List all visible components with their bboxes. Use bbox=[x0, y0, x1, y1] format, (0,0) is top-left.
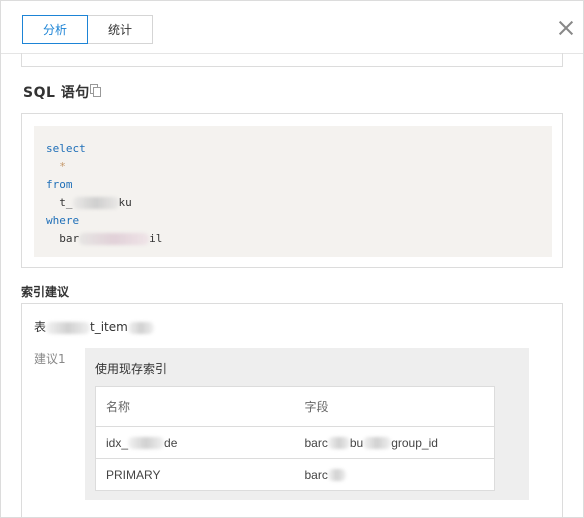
previous-section-box bbox=[21, 53, 563, 67]
sql-table-prefix: t_ bbox=[46, 196, 73, 209]
index-name-cell: idx_ de bbox=[95, 426, 295, 459]
table-label: 表 bbox=[34, 320, 47, 334]
tab-statistics[interactable]: 统计 bbox=[88, 15, 153, 44]
table-row: PRIMARY barc bbox=[95, 458, 495, 491]
index-name-cell: PRIMARY bbox=[95, 458, 295, 491]
field-prefix: barc bbox=[304, 435, 328, 450]
column-header-name: 名称 bbox=[106, 400, 131, 414]
column-header-field: 字段 bbox=[304, 400, 329, 414]
table-header-row: 名称 字段 bbox=[96, 387, 495, 427]
index-name-suffix: de bbox=[164, 435, 178, 450]
redacted-text bbox=[79, 233, 150, 245]
table-name-line: 表 t_item bbox=[34, 318, 154, 335]
index-name-prefix: idx_ bbox=[106, 435, 129, 450]
suggestion-panel: 使用现存索引 名称 字段 idx_ de barc bu group_id PRIMA… bbox=[85, 348, 529, 500]
redacted-text bbox=[327, 469, 346, 482]
redacted-text bbox=[72, 197, 119, 209]
tab-bar: 分析 统计 bbox=[22, 15, 153, 44]
redacted-text bbox=[46, 321, 91, 334]
table-name: t_item bbox=[90, 320, 128, 334]
index-table: 名称 字段 idx_ de barc bu group_id PRIMARY barc bbox=[95, 386, 495, 491]
sql-keyword-select: select bbox=[46, 142, 86, 155]
sql-keyword-from: from bbox=[46, 178, 73, 191]
sql-condition-suffix: il bbox=[149, 232, 163, 245]
index-suggestion-title: 索引建议 bbox=[21, 285, 70, 299]
field-suffix: group_id bbox=[391, 435, 438, 450]
redacted-text bbox=[127, 321, 154, 334]
copy-icon[interactable] bbox=[90, 84, 102, 97]
table-row: idx_ de barc bu group_id bbox=[95, 426, 495, 459]
redacted-text bbox=[327, 437, 350, 450]
redacted-text bbox=[128, 437, 165, 450]
tab-analysis[interactable]: 分析 bbox=[22, 15, 88, 44]
sql-select-star: * bbox=[46, 160, 66, 173]
sql-condition-prefix: bar bbox=[46, 232, 80, 245]
sql-table-suffix: ku bbox=[118, 196, 132, 209]
sql-section-title: SQL 语句 bbox=[23, 85, 90, 101]
index-suggestion-container: 表 t_item 建议1 使用现存索引 名称 字段 idx_ de barc bu gr… bbox=[21, 303, 563, 518]
field-mid: bu bbox=[349, 435, 364, 450]
index-field-cell: barc bu group_id bbox=[294, 426, 495, 459]
redacted-text bbox=[363, 437, 392, 450]
close-icon[interactable] bbox=[557, 19, 575, 37]
suggestion-label: 建议1 bbox=[34, 352, 66, 366]
field-prefix: barc bbox=[304, 467, 328, 482]
sql-code-container: select * from t_ ku where bar il bbox=[21, 113, 563, 268]
index-field-cell: barc bbox=[294, 458, 495, 491]
index-analysis-dialog: 分析 统计 SQL 语句 select * from t_ ku where ba… bbox=[0, 0, 584, 518]
sql-code-block: select * from t_ ku where bar il bbox=[34, 126, 552, 257]
sql-keyword-where: where bbox=[46, 214, 80, 227]
suggestion-heading: 使用现存索引 bbox=[95, 362, 168, 376]
